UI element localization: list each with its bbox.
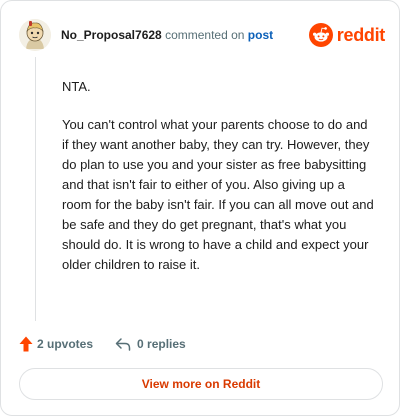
comment-header: No_Proposal7628 commented on post reddit <box>19 19 387 51</box>
avatar-icon <box>19 19 51 51</box>
reddit-wordmark: reddit <box>336 25 386 45</box>
upvote-arrow-icon <box>19 336 33 352</box>
byline: No_Proposal7628 commented on post <box>61 27 273 43</box>
user-avatar[interactable] <box>19 19 51 51</box>
reply-button[interactable]: 0 replies <box>115 335 186 353</box>
comment-actions: 2 upvotes 0 replies <box>19 335 186 353</box>
reddit-snoo-icon <box>308 23 333 47</box>
thread-line <box>35 57 36 321</box>
reply-count: 0 replies <box>137 337 186 351</box>
comment-paragraph: NTA. <box>62 79 91 94</box>
comment-body: NTA. You can't control what your parents… <box>62 77 374 293</box>
byline-action-text: commented on <box>165 28 245 42</box>
post-link[interactable]: post <box>248 28 273 42</box>
upvote-count: 2 upvotes <box>37 337 94 351</box>
comment-embed-card: No_Proposal7628 commented on post reddit… <box>0 0 400 416</box>
view-more-button[interactable]: View more on Reddit <box>19 368 383 400</box>
reply-arrow-icon <box>115 338 131 351</box>
comment-paragraph: You can't control what your parents choo… <box>62 117 374 272</box>
upvote-button[interactable]: 2 upvotes <box>19 335 93 353</box>
reddit-logo[interactable]: reddit <box>308 23 386 47</box>
username-link[interactable]: No_Proposal7628 <box>61 28 162 42</box>
